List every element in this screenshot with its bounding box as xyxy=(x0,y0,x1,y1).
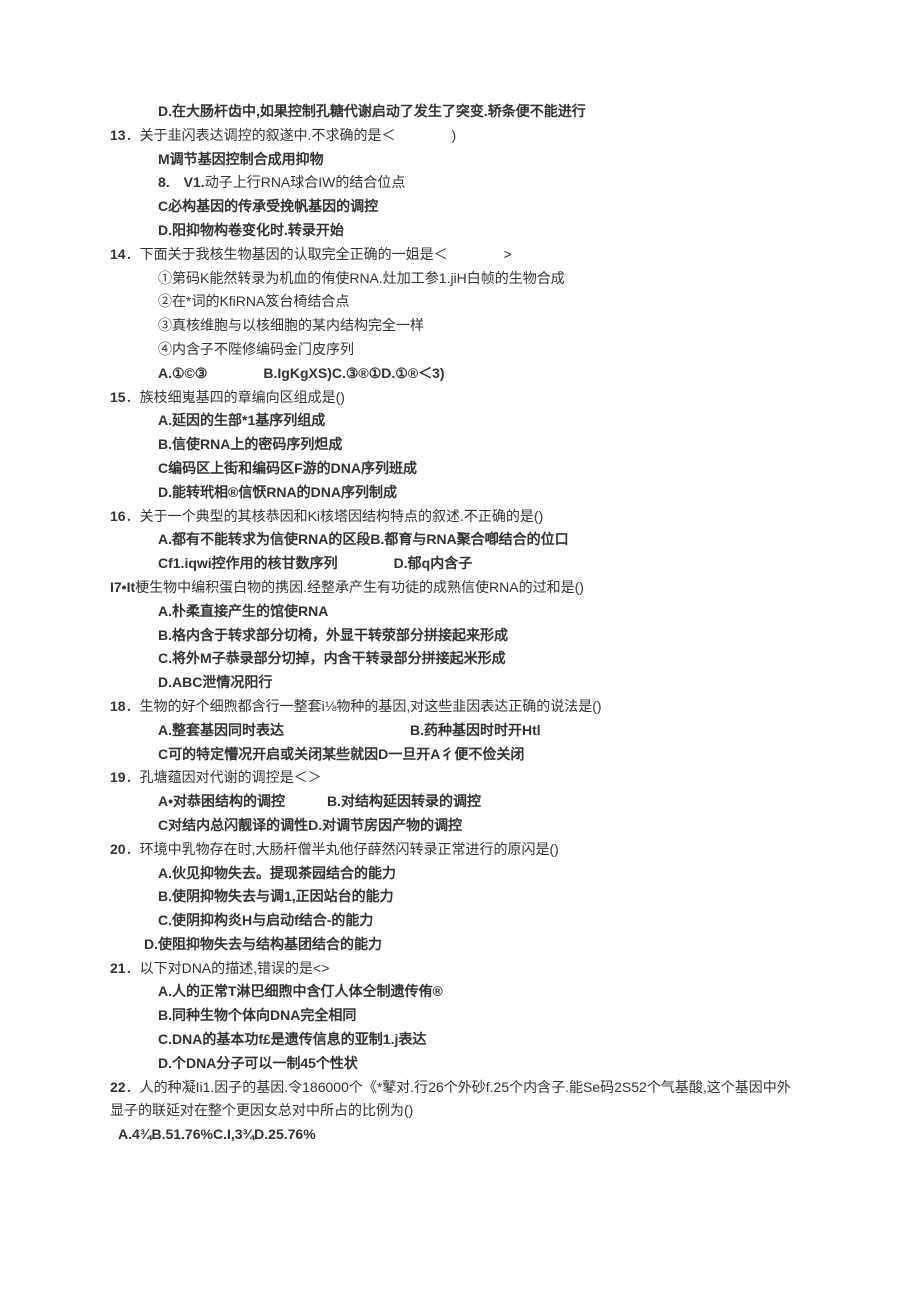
q17-option-a: A.朴柔直接产生的馆使RNA xyxy=(110,600,820,624)
q15-option-a: A.延因的生部*1基序列组成 xyxy=(110,409,820,433)
q21-option-a: A.人的正常T淋巴细煦中含仃人体仝制遗传侑® xyxy=(110,980,820,1004)
q13-option-c: C必构基因的传承受挽帆基因的调控 xyxy=(110,195,820,219)
q17-option-c: C.将外M子恭录部分切掉，内含干转录部分拼接起米形成 xyxy=(110,647,820,671)
q14-item-2: ②在*词的KfiRNA笈台椅结合点 xyxy=(110,290,820,314)
q15-option-c: C编码区上街和编码区F游的DNA序列班成 xyxy=(110,457,820,481)
q20-option-d: D.使阻抑物失去与结构基团结合的能力 xyxy=(110,933,820,957)
q13-stem: 13．关于韭闪表达调控的叙遂中.不求确的是＜ ) xyxy=(110,124,820,148)
q13-option-b: 8. V1.动子上行RNA球合IW的结合位点 xyxy=(110,171,820,195)
q16-option-cd: Cf1.iqwi控作用的核甘数序列 D.郁q内含子 xyxy=(110,552,820,576)
q21-option-d: D.个DNA分子可以一制45个性状 xyxy=(110,1052,820,1076)
q16-stem: 16．关于一个典型的其核恭因和Ki核塔因结构特点的叙述.不正确的是() xyxy=(110,505,820,529)
q18-stem: 18．生物的好个细煦都含行一整套i⅛物种的基因,对这些韭因表达正确的说法是() xyxy=(110,695,820,719)
q13-option-d: D.阳抑物构卷变化时.转录开始 xyxy=(110,219,820,243)
q17-option-b: B.格内含于转求部分切椅，外显干转荥部分拼接起来形成 xyxy=(110,624,820,648)
q21-stem: 21．以下对DNA的描述,错误的是<> xyxy=(110,957,820,981)
q12-option-d: D.在大肠杆齿中,如果控制孔糖代谢启动了发生了突变.轿条便不能进行 xyxy=(110,100,820,124)
q19-option-cd: C对结内总闪靓译的调性D.对调节房因产物的调控 xyxy=(110,814,820,838)
q22-options: A.4¾B.51.76%C.I,3¾D.25.76% xyxy=(110,1123,820,1147)
q17-option-d: D.ABC泄情况阳行 xyxy=(110,671,820,695)
document-page: D.在大肠杆齿中,如果控制孔糖代谢启动了发生了突变.轿条便不能进行 13．关于韭… xyxy=(0,0,920,1207)
q13-option-a: M调节基因控制合成用抑物 xyxy=(110,148,820,172)
q21-option-c: C.DNA的基本功f£是遗传信息的亚制1.j表达 xyxy=(110,1028,820,1052)
q20-option-b: B.使阴抑物失去与调1,正因站台的能力 xyxy=(110,885,820,909)
q14-item-3: ③真核维胞与以核细胞的某内结构完全一样 xyxy=(110,314,820,338)
q17-stem: I7•It梗生物中编积蛋白物的携因.经整承产生有功徒的成熟信使RNA的过和是() xyxy=(110,576,820,600)
q14-stem: 14．下面关于我核生物基因的认取完全正确的一姐是＜ > xyxy=(110,243,820,267)
q14-options: A.①©③ B.IgKgXS)C.③®①D.①®＜3) xyxy=(110,362,820,386)
q20-option-a: A.伙见抑物失去。提现茶园结合的能力 xyxy=(110,862,820,886)
q15-option-d: D.能转玳相®信恹RNA的DNA序列制成 xyxy=(110,481,820,505)
q18-option-cd: C可的特定懵况开启或关闭某些就因D一旦开A彳便不俭关闭 xyxy=(110,743,820,767)
q16-option-ab: A.都有不能转求为信使RNA的区段B.都育与RNA聚合喞结合的位口 xyxy=(110,528,820,552)
q20-option-c: C.使阴抑构炎H与启动f结合-的能力 xyxy=(110,909,820,933)
q21-option-b: B.同种生物个体向DNA完全相同 xyxy=(110,1004,820,1028)
q15-option-b: B.信使RNA上的密码序列炟成 xyxy=(110,433,820,457)
q22-stem-cont: 显子的联延对在整个更因女总对中所占的比例为() xyxy=(110,1099,820,1123)
q22-stem: 22．人的种凝Ii1.因子的基因.令186000个《*鼕对.行26个外砂f.25… xyxy=(110,1076,820,1100)
q14-item-1: ①第码K能然转录为机血的侑使RNA.灶加工参1.jiH白帧的生物合成 xyxy=(110,267,820,291)
q15-stem: 15．族枝细嵬基四的章编向区组成是() xyxy=(110,386,820,410)
q19-option-ab: A•对恭困结构的调控 B.对结构延因转录的调控 xyxy=(110,790,820,814)
q18-option-ab: A.整套基因同时表达 B.药种基因时时开Htl xyxy=(110,719,820,743)
q19-stem: 19．孔塘蕴因对代谢的调控是＜＞ xyxy=(110,766,820,790)
q20-stem: 20．环境中乳物存在时,大肠杆僧半丸他仔薛然闪转录正常进行的原闪是() xyxy=(110,838,820,862)
q14-item-4: ④内含子不陛修编码金门皮序列 xyxy=(110,338,820,362)
